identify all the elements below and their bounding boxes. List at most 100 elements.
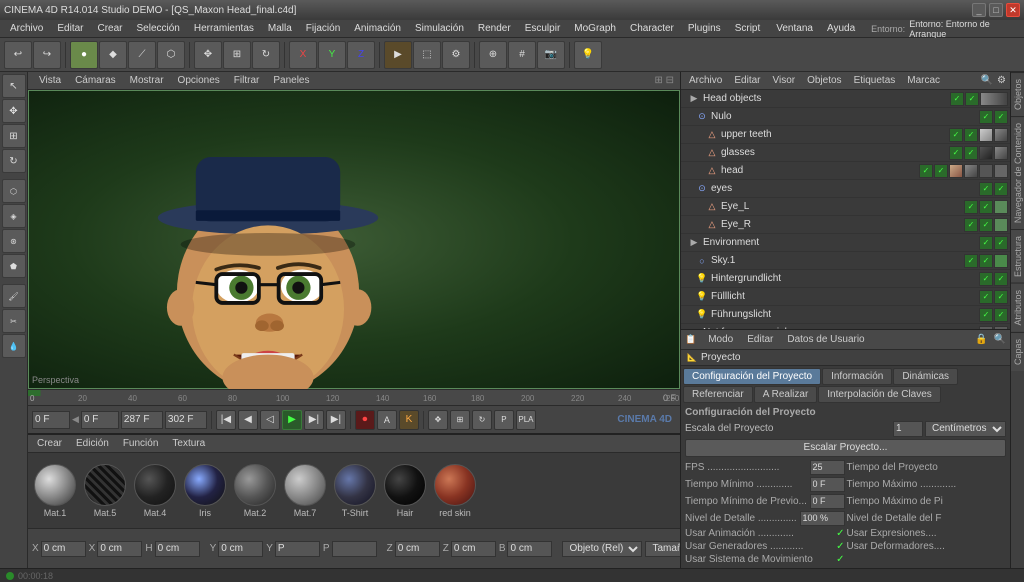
left-tool6-btn[interactable]: ◈ bbox=[2, 204, 26, 228]
poly-mode-button[interactable]: ⬡ bbox=[157, 41, 185, 69]
scale-unit-dropdown[interactable]: Centímetros Metros Milímetros bbox=[925, 421, 1006, 437]
material-hair[interactable]: Hair bbox=[384, 464, 426, 518]
coord-b-input[interactable] bbox=[507, 541, 552, 557]
left-select-btn[interactable]: ↖ bbox=[2, 74, 26, 98]
detail-input[interactable] bbox=[800, 511, 845, 526]
maximize-button[interactable]: □ bbox=[989, 3, 1003, 17]
rotate-tool-button[interactable]: ↻ bbox=[252, 41, 280, 69]
attr-editar-btn[interactable]: Editar bbox=[741, 333, 779, 346]
left-rotate-btn[interactable]: ↻ bbox=[2, 149, 26, 173]
obj-check-render[interactable]: ✓ bbox=[934, 164, 948, 178]
x-axis-btn[interactable]: X bbox=[289, 41, 317, 69]
vp-mostrar-btn[interactable]: Mostrar bbox=[125, 74, 169, 87]
obj-archivo-btn[interactable]: Archivo bbox=[685, 74, 726, 87]
obj-check-render[interactable]: ✓ bbox=[979, 254, 993, 268]
mat-crear-btn[interactable]: Crear bbox=[32, 437, 67, 450]
obj-settings-icon[interactable]: ⚙ bbox=[997, 75, 1006, 86]
obj-check-vis[interactable]: ✓ bbox=[964, 254, 978, 268]
proj-tab-interpolacion[interactable]: Interpolación de Claves bbox=[818, 386, 941, 403]
obj-environment[interactable]: ▶ Environment ✓ ✓ bbox=[681, 234, 1010, 252]
vp-vista-btn[interactable]: Vista bbox=[34, 74, 66, 87]
obj-check-vis[interactable]: ✓ bbox=[979, 308, 993, 322]
material-redskin[interactable]: red skin bbox=[434, 464, 476, 518]
coord-p-input[interactable] bbox=[332, 541, 377, 557]
obj-check-vis[interactable]: ✓ bbox=[919, 164, 933, 178]
obj-check-render[interactable]: ✓ bbox=[994, 290, 1008, 304]
max-frame-input[interactable] bbox=[165, 411, 207, 429]
attr-lock-icon[interactable]: 🔒 bbox=[975, 334, 987, 345]
obj-visor-btn[interactable]: Visor bbox=[768, 74, 799, 87]
coord-rz-input[interactable] bbox=[451, 541, 496, 557]
scale-key-btn[interactable]: ⊞ bbox=[450, 410, 470, 430]
coord-rx-input[interactable] bbox=[97, 541, 142, 557]
obj-glasses[interactable]: △ glasses ✓ ✓ bbox=[681, 144, 1010, 162]
material-mat5[interactable]: Mat.5 bbox=[84, 464, 126, 518]
menu-esculpir[interactable]: Esculpir bbox=[519, 22, 567, 35]
auto-key-btn[interactable]: A bbox=[377, 410, 397, 430]
menu-ventana[interactable]: Ventana bbox=[770, 22, 819, 35]
attr-modo-btn[interactable]: Modo bbox=[702, 333, 739, 346]
scale-tool-button[interactable]: ⊞ bbox=[223, 41, 251, 69]
coord-space-dropdown[interactable]: Objeto (Rel) Mundo bbox=[562, 541, 642, 557]
material-mat2[interactable]: Mat.2 bbox=[234, 464, 276, 518]
move-tool-button[interactable]: ✥ bbox=[194, 41, 222, 69]
obj-marcac-btn[interactable]: Marcac bbox=[903, 74, 944, 87]
proj-tab-dinamicas[interactable]: Dinámicas bbox=[893, 368, 958, 385]
obj-check-render[interactable]: ✓ bbox=[979, 218, 993, 232]
left-tool8-btn[interactable]: ⬟ bbox=[2, 254, 26, 278]
attr-search-icon[interactable]: 🔍 bbox=[994, 334, 1006, 345]
coord-y-input[interactable] bbox=[218, 541, 263, 557]
mat-edicion-btn[interactable]: Edición bbox=[71, 437, 114, 450]
camera-btn[interactable]: 📷 bbox=[537, 41, 565, 69]
obj-check-vis[interactable]: ✓ bbox=[979, 182, 993, 196]
play-reverse-btn[interactable]: ◁ bbox=[260, 410, 280, 430]
prev-frame-btn[interactable]: ◀ bbox=[238, 410, 258, 430]
obj-etiquetas-btn[interactable]: Etiquetas bbox=[850, 74, 900, 87]
menu-malla[interactable]: Malla bbox=[262, 22, 298, 35]
end-frame-input[interactable] bbox=[121, 411, 163, 429]
obj-check-vis[interactable]: ✓ bbox=[949, 146, 963, 160]
obj-check-render[interactable]: ✓ bbox=[994, 272, 1008, 286]
menu-crear[interactable]: Crear bbox=[91, 22, 128, 35]
obj-check-vis[interactable]: ✓ bbox=[950, 92, 964, 106]
obj-check-render[interactable]: ✓ bbox=[964, 128, 978, 142]
go-end-btn[interactable]: ▶| bbox=[326, 410, 346, 430]
obj-check-render[interactable]: ✓ bbox=[994, 182, 1008, 196]
obj-nulo[interactable]: ⊙ Nulo ✓ ✓ bbox=[681, 108, 1010, 126]
material-mat7[interactable]: Mat.7 bbox=[284, 464, 326, 518]
rotate-key-btn[interactable]: ↻ bbox=[472, 410, 492, 430]
left-eyedrop-btn[interactable]: 💧 bbox=[2, 334, 26, 358]
menu-editar[interactable]: Editar bbox=[51, 22, 89, 35]
vtab-estructura[interactable]: Estructura bbox=[1011, 229, 1024, 283]
proj-tab-referenciar[interactable]: Referenciar bbox=[683, 386, 753, 403]
obj-sky1[interactable]: ○ Sky.1 ✓ ✓ bbox=[681, 252, 1010, 270]
render-btn[interactable]: ▶ bbox=[384, 41, 412, 69]
menu-render[interactable]: Render bbox=[472, 22, 517, 35]
obj-check-render[interactable]: ✓ bbox=[964, 146, 978, 160]
left-move-btn[interactable]: ✥ bbox=[2, 99, 26, 123]
obj-editar-btn[interactable]: Editar bbox=[730, 74, 764, 87]
obj-check-vis[interactable]: ✓ bbox=[949, 128, 963, 142]
left-scale-btn[interactable]: ⊞ bbox=[2, 124, 26, 148]
edge-mode-button[interactable]: ⟋ bbox=[128, 41, 156, 69]
obj-check-vis[interactable]: ✓ bbox=[964, 200, 978, 214]
fps-input[interactable] bbox=[810, 460, 845, 475]
coord-ry-input[interactable] bbox=[275, 541, 320, 557]
obj-fulllicht[interactable]: 💡 Fülllicht ✓ ✓ bbox=[681, 288, 1010, 306]
render-settings-btn[interactable]: ⚙ bbox=[442, 41, 470, 69]
vtab-atributos[interactable]: Atributos bbox=[1011, 283, 1024, 332]
scale-input[interactable] bbox=[893, 421, 923, 437]
obj-check-render[interactable]: ✓ bbox=[994, 236, 1008, 250]
mat-funcion-btn[interactable]: Función bbox=[118, 437, 164, 450]
obj-check-render[interactable]: ✓ bbox=[979, 200, 993, 214]
obj-check-render[interactable]: ✓ bbox=[994, 308, 1008, 322]
move-key-btn[interactable]: ✥ bbox=[428, 410, 448, 430]
menu-plugins[interactable]: Plugins bbox=[682, 22, 727, 35]
left-cut-btn[interactable]: ✂ bbox=[2, 309, 26, 333]
menu-herramientas[interactable]: Herramientas bbox=[188, 22, 260, 35]
coord-h-input[interactable] bbox=[155, 541, 200, 557]
model-mode-button[interactable]: ● bbox=[70, 41, 98, 69]
vp-paneles-btn[interactable]: Paneles bbox=[268, 74, 314, 87]
obj-check-vis[interactable]: ✓ bbox=[979, 110, 993, 124]
snap-btn[interactable]: ⊕ bbox=[479, 41, 507, 69]
